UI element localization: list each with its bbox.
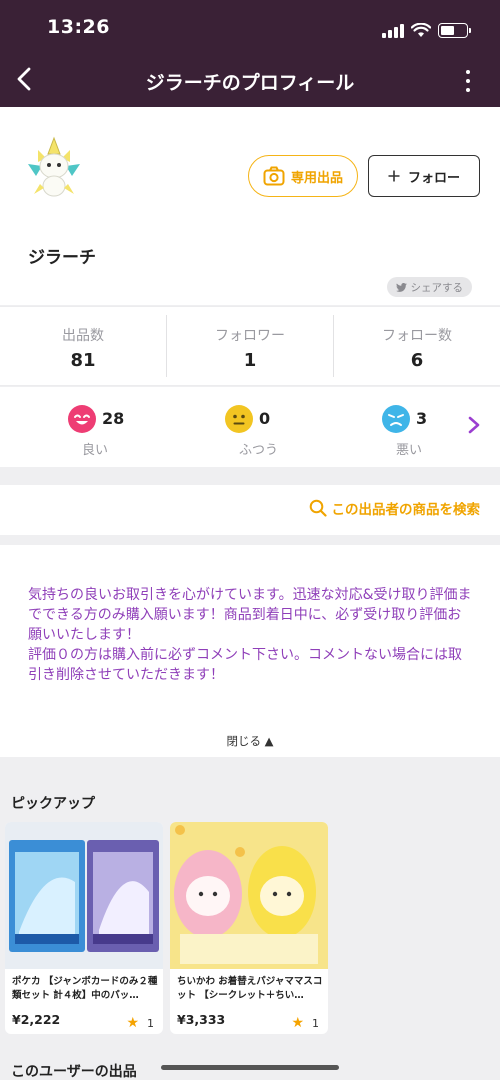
- stat-listings[interactable]: 出品数 81: [0, 315, 167, 377]
- signal-icon: [382, 24, 404, 38]
- username: ジラーチ: [28, 248, 96, 268]
- happy-face-icon: [68, 405, 96, 433]
- product-title: ポケカ 【ジャンボカードのみ２種類セット 計４枚】中のパッ…: [12, 976, 158, 1001]
- like-count: ★ 1: [291, 1015, 319, 1031]
- seller-search-bar: この出品者の商品を検索: [0, 485, 500, 535]
- seller-search-label: この出品者の商品を検索: [331, 502, 481, 518]
- follow-label: フォロー: [407, 170, 460, 186]
- follow-button[interactable]: フォロー: [368, 155, 480, 197]
- share-button[interactable]: シェアする: [386, 277, 472, 297]
- status-time: 13:26: [47, 16, 110, 38]
- wifi-icon: [411, 23, 431, 37]
- exclusive-listing-button[interactable]: 専用出品: [248, 155, 358, 197]
- rating-label: 悪い: [396, 443, 423, 458]
- pickup-title: ピックアップ: [11, 796, 95, 812]
- stat-value: 1: [243, 350, 257, 371]
- description-text: 気持ちの良いお取引きを心がけています。迅速な対応&受け取り評価までできる方のみ購…: [28, 587, 472, 683]
- product-price: ¥3,333: [177, 1012, 226, 1027]
- rating-count: 0: [259, 409, 271, 428]
- product-image: [170, 822, 328, 969]
- like-count-value: 1: [147, 1016, 154, 1030]
- rating-count: 3: [416, 409, 428, 428]
- profile-stats: 出品数 81 フォロワー 1 フォロー数 6: [0, 306, 500, 386]
- pickup-item[interactable]: ちいかわ お着替えパジャママスコット 【シークレット＋ちい… ¥3,333 ★ …: [170, 822, 328, 1034]
- rating-count: 28: [102, 409, 125, 428]
- star-icon: ★: [291, 1015, 304, 1031]
- user-listings-title: このユーザーの出品: [11, 1064, 137, 1080]
- top-bar: 13:26 ジラーチのプロフィール: [0, 0, 500, 107]
- like-count: ★ 1: [126, 1015, 154, 1031]
- ratings-row[interactable]: 28 良い 0 ふつう 3 悪い: [0, 387, 500, 467]
- stat-followers[interactable]: フォロワー 1: [167, 315, 334, 377]
- profile-description: 気持ちの良いお取引きを心がけています。迅速な対応&受け取り評価までできる方のみ購…: [0, 545, 500, 757]
- status-icons: [382, 20, 471, 38]
- stat-label: フォロー数: [382, 328, 452, 344]
- twitter-icon: [395, 282, 407, 292]
- rating-label: ふつう: [239, 443, 279, 458]
- plus-icon: [388, 170, 400, 182]
- stat-following[interactable]: フォロー数 6: [334, 315, 500, 377]
- share-label: シェアする: [410, 281, 464, 294]
- search-icon: [309, 499, 327, 517]
- product-price: ¥2,222: [12, 1012, 61, 1027]
- stat-label: 出品数: [62, 328, 104, 344]
- pickup-item[interactable]: ポケカ 【ジャンボカードのみ２種類セット 計４枚】中のパッ… ¥2,222 ★ …: [5, 822, 163, 1034]
- stat-value: 6: [410, 350, 424, 371]
- product-title: ちいかわ お着替えパジャママスコット 【シークレット＋ちい…: [177, 976, 323, 1001]
- seller-search-link[interactable]: この出品者の商品を検索: [309, 498, 481, 518]
- home-indicator[interactable]: [161, 1065, 339, 1070]
- sad-face-icon: [382, 405, 410, 433]
- camera-icon: [263, 166, 285, 186]
- rating-label: 良い: [82, 443, 109, 458]
- more-menu-icon[interactable]: [464, 70, 472, 92]
- star-icon: ★: [126, 1015, 139, 1031]
- neutral-face-icon: [225, 405, 253, 433]
- product-image: [5, 822, 163, 969]
- avatar[interactable]: [18, 132, 90, 204]
- collapse-toggle[interactable]: 閉じる ▲: [0, 733, 500, 749]
- profile-header: 専用出品 フォロー ジラーチ シェアする: [0, 107, 500, 305]
- stat-label: フォロワー: [215, 328, 285, 344]
- chevron-right-icon[interactable]: [466, 415, 482, 435]
- page-title: ジラーチのプロフィール: [145, 72, 355, 94]
- like-count-value: 1: [312, 1016, 319, 1030]
- battery-icon: [438, 23, 471, 38]
- exclusive-listing-label: 専用出品: [290, 170, 343, 186]
- stat-value: 81: [70, 350, 96, 371]
